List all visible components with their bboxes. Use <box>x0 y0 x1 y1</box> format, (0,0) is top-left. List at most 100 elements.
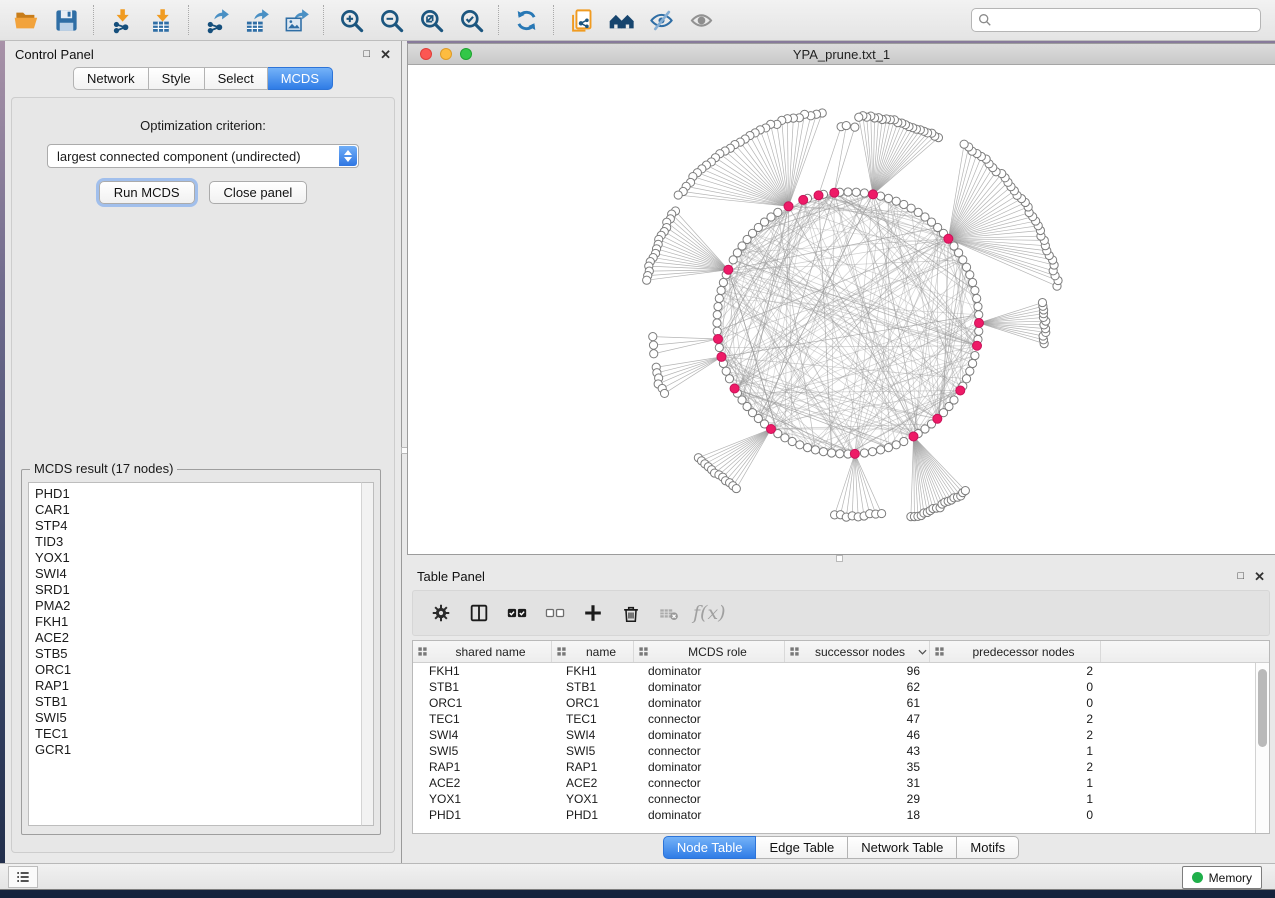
mcds-result-item[interactable]: SWI5 <box>35 710 373 726</box>
graph-node[interactable] <box>900 437 908 445</box>
graph-node[interactable] <box>974 302 982 310</box>
graph-hub-node[interactable] <box>944 234 953 243</box>
mcds-list-scrollbar[interactable] <box>361 482 374 826</box>
table-row[interactable]: SWI5SWI5connector431 <box>413 743 1269 759</box>
graph-node[interactable] <box>713 319 721 327</box>
close-panel-button[interactable]: Close panel <box>209 181 308 204</box>
table-row[interactable]: FKH1FKH1dominator962 <box>413 663 1269 679</box>
close-panel-icon[interactable]: ✕ <box>380 48 391 61</box>
table-row[interactable]: ORC1ORC1dominator610 <box>413 695 1269 711</box>
graph-node[interactable] <box>836 450 844 458</box>
graph-node[interactable] <box>649 333 657 341</box>
mcds-result-list[interactable]: PHD1CAR1STP4TID3YOX1SWI4SRD1PMA2FKH1ACE2… <box>28 482 374 826</box>
mcds-result-item[interactable]: STB5 <box>35 646 373 662</box>
graph-hub-node[interactable] <box>975 319 984 328</box>
mcds-result-item[interactable]: ACE2 <box>35 630 373 646</box>
graph-node[interactable] <box>961 487 969 495</box>
graph-node[interactable] <box>674 191 682 199</box>
graph-hub-node[interactable] <box>713 334 722 343</box>
zoom-fit-button[interactable] <box>411 3 451 37</box>
criterion-dropdown[interactable]: largest connected component (undirected) <box>47 144 359 168</box>
import-table-button[interactable] <box>141 3 181 37</box>
mcds-result-item[interactable]: FKH1 <box>35 614 373 630</box>
mcds-result-item[interactable]: STB1 <box>35 694 373 710</box>
float-panel-icon[interactable]: □ <box>363 49 370 60</box>
graph-node[interactable] <box>827 449 835 457</box>
graph-node[interactable] <box>713 311 721 319</box>
graph-node[interactable] <box>968 278 976 286</box>
double-house-button[interactable] <box>601 3 641 37</box>
network-window-titlebar[interactable]: YPA_prune.txt_1 <box>408 44 1275 65</box>
tab-network-table[interactable]: Network Table <box>848 836 957 859</box>
mcds-result-item[interactable]: SWI4 <box>35 566 373 582</box>
column-header-predecessor-nodes[interactable]: predecessor nodes <box>930 641 1101 662</box>
graph-node[interactable] <box>878 509 886 517</box>
zoom-out-button[interactable] <box>371 3 411 37</box>
graph-node[interactable] <box>876 446 884 454</box>
graph-node[interactable] <box>719 278 727 286</box>
deselect-all-button[interactable] <box>539 596 570 630</box>
import-network-button[interactable] <box>101 3 141 37</box>
save-session-button[interactable] <box>46 3 86 37</box>
mcds-result-item[interactable]: PMA2 <box>35 598 373 614</box>
graph-hub-node[interactable] <box>724 265 733 274</box>
graph-node[interactable] <box>966 367 974 375</box>
column-visibility-button[interactable] <box>463 596 494 630</box>
tab-node-table[interactable]: Node Table <box>663 836 757 859</box>
table-row[interactable]: STB1STB1dominator620 <box>413 679 1269 695</box>
graph-node[interactable] <box>717 286 725 294</box>
graph-node[interactable] <box>844 188 852 196</box>
tab-network[interactable]: Network <box>73 67 149 90</box>
graph-node[interactable] <box>855 113 863 121</box>
graph-node[interactable] <box>1038 298 1046 306</box>
graph-hub-node[interactable] <box>956 386 965 395</box>
show-hidden-button[interactable] <box>681 3 721 37</box>
column-header-shared-name[interactable]: shared name <box>413 641 552 662</box>
column-header-MCDS-role[interactable]: MCDS role <box>634 641 785 662</box>
mcds-result-item[interactable]: GCR1 <box>35 742 373 758</box>
export-table-button[interactable] <box>236 3 276 37</box>
graph-node[interactable] <box>715 343 723 351</box>
graph-hub-node[interactable] <box>909 432 918 441</box>
graph-hub-node[interactable] <box>717 352 726 361</box>
mcds-result-item[interactable]: PHD1 <box>35 486 373 502</box>
mcds-result-item[interactable]: SRD1 <box>35 582 373 598</box>
add-column-button[interactable] <box>577 596 608 630</box>
network-graph[interactable] <box>408 65 1274 554</box>
zoom-in-button[interactable] <box>331 3 371 37</box>
graph-node[interactable] <box>860 449 868 457</box>
table-scrollbar-thumb[interactable] <box>1258 669 1267 747</box>
graph-node[interactable] <box>968 359 976 367</box>
graph-node[interactable] <box>715 294 723 302</box>
graph-node[interactable] <box>971 286 979 294</box>
graph-node[interactable] <box>811 446 819 454</box>
table-row[interactable]: SWI4SWI4dominator462 <box>413 727 1269 743</box>
tab-style[interactable]: Style <box>149 67 205 90</box>
graph-node[interactable] <box>851 123 859 131</box>
graph-node[interactable] <box>950 242 958 250</box>
graph-hub-node[interactable] <box>767 424 776 433</box>
graph-node[interactable] <box>842 121 850 129</box>
graph-node[interactable] <box>729 256 737 264</box>
tab-edge-table[interactable]: Edge Table <box>756 836 848 859</box>
graph-node[interactable] <box>643 276 651 284</box>
graph-node[interactable] <box>892 197 900 205</box>
mcds-result-item[interactable]: TEC1 <box>35 726 373 742</box>
graph-node[interactable] <box>860 189 868 197</box>
graph-node[interactable] <box>884 194 892 202</box>
export-image-button[interactable] <box>276 3 316 37</box>
graph-node[interactable] <box>973 294 981 302</box>
table-row[interactable]: TEC1TEC1connector472 <box>413 711 1269 727</box>
mcds-result-item[interactable]: TID3 <box>35 534 373 550</box>
mcds-result-item[interactable]: YOX1 <box>35 550 373 566</box>
zoom-selected-button[interactable] <box>451 3 491 37</box>
column-header-successor-nodes[interactable]: successor nodes <box>785 641 930 662</box>
graph-node[interactable] <box>900 200 908 208</box>
graph-hub-node[interactable] <box>973 341 982 350</box>
refresh-button[interactable] <box>506 3 546 37</box>
tab-mcds[interactable]: MCDS <box>268 67 333 90</box>
mcds-result-item[interactable]: RAP1 <box>35 678 373 694</box>
run-mcds-button[interactable]: Run MCDS <box>99 181 195 204</box>
tab-motifs[interactable]: Motifs <box>957 836 1019 859</box>
graph-hub-node[interactable] <box>784 202 793 211</box>
